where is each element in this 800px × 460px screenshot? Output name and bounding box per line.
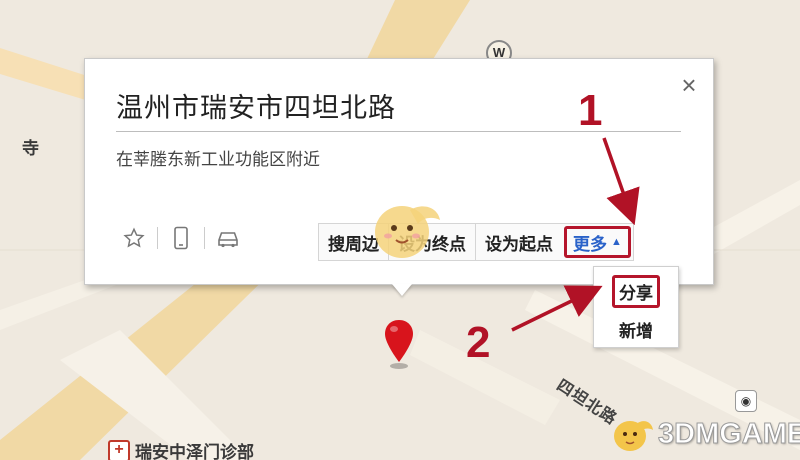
location-title: 温州市瑞安市四坦北路 bbox=[116, 93, 396, 123]
clinic-label: 瑞安中泽门诊部 bbox=[135, 443, 254, 460]
mascot-watermark-icon bbox=[366, 188, 446, 273]
icon-separator bbox=[157, 227, 158, 249]
quick-icons bbox=[121, 225, 241, 251]
location-icon[interactable]: ◉ bbox=[735, 390, 757, 412]
close-icon[interactable]: × bbox=[678, 72, 700, 98]
icon-separator bbox=[204, 227, 205, 249]
add-menu-item[interactable]: 新增 bbox=[594, 317, 678, 342]
location-subtitle: 在莘塍东新工业功能区附近 bbox=[116, 150, 320, 169]
clinic-poi[interactable]: + 瑞安中泽门诊部 bbox=[108, 438, 254, 460]
map-poi-label: 寺 bbox=[22, 139, 39, 158]
phone-icon[interactable] bbox=[168, 225, 194, 251]
mascot-logo-icon bbox=[614, 421, 653, 451]
chevron-up-icon: ▲ bbox=[611, 236, 622, 248]
popup-pointer bbox=[392, 284, 412, 296]
location-pin-icon[interactable] bbox=[382, 318, 416, 375]
more-dropdown-menu: 分享 新增 bbox=[593, 266, 679, 348]
watermark: 3DMGAME bbox=[610, 414, 800, 454]
more-button[interactable]: 更多 ▲ bbox=[564, 226, 631, 258]
plus-icon: + bbox=[108, 439, 130, 460]
share-menu-item[interactable]: 分享 bbox=[594, 275, 678, 308]
star-icon[interactable] bbox=[121, 225, 147, 251]
step-1-annotation: 1 bbox=[578, 86, 603, 135]
set-origin-button[interactable]: 设为起点 bbox=[476, 224, 562, 260]
more-label: 更多 bbox=[573, 234, 607, 254]
car-icon[interactable] bbox=[215, 225, 241, 251]
watermark-text: 3DMGAME bbox=[657, 417, 800, 450]
step-2-annotation: 2 bbox=[466, 318, 491, 367]
